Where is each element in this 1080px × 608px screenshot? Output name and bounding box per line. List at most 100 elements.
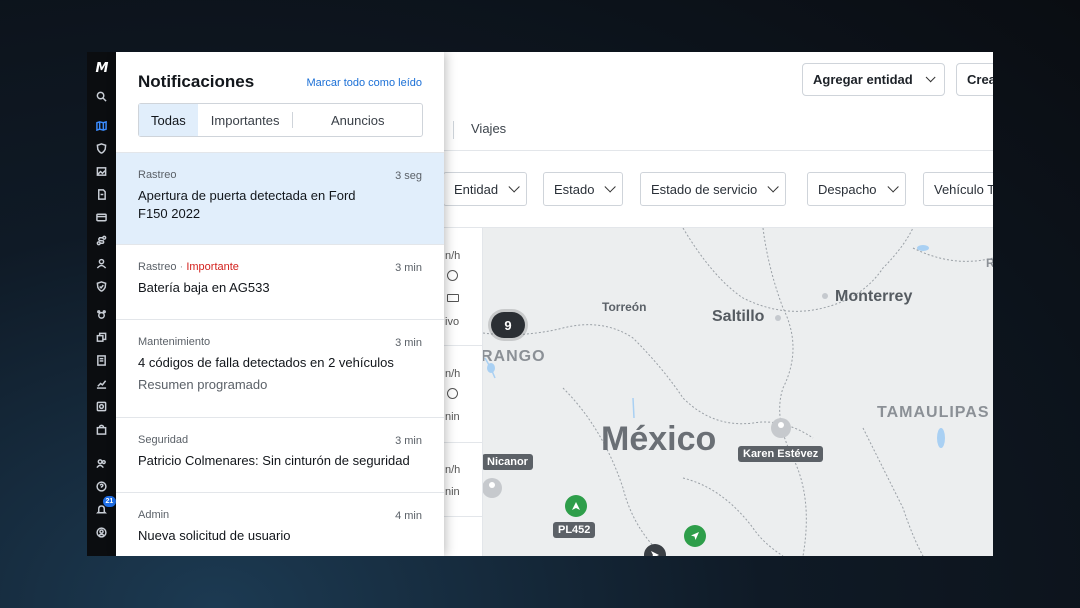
filter-entity[interactable]: Entidad	[443, 172, 528, 206]
chevron-down-icon	[925, 72, 936, 83]
tag-karen[interactable]: Karen Estévez	[738, 446, 824, 462]
filter-service-status[interactable]: Estado de servicio	[640, 172, 787, 206]
add-entity-button[interactable]: Agregar entidad	[802, 63, 945, 96]
shield-check-icon[interactable]	[95, 279, 109, 293]
notification-message: Patricio Colmenares: Sin cinturón de seg…	[138, 453, 410, 468]
chevron-down-icon	[767, 181, 780, 193]
notification-time: 3 min	[395, 435, 422, 447]
filter-label: Vehículo T	[934, 181, 993, 197]
tab-divider	[453, 121, 454, 139]
notification-time: 3 seg	[395, 170, 422, 182]
notification-category: Rastreo	[138, 261, 177, 273]
users-icon[interactable]	[95, 456, 109, 470]
filter-label: Estado de servicio	[651, 181, 758, 197]
filter-vehicle[interactable]: Vehículo T	[923, 172, 993, 206]
shield-icon[interactable]	[95, 141, 109, 155]
chevron-down-icon	[604, 181, 617, 193]
notification-message: Apertura de puerta detectada en Ford F15…	[138, 188, 356, 221]
add-entity-label: Agregar entidad	[813, 72, 913, 87]
mark-all-read-link[interactable]: Marcar todo como leído	[306, 77, 422, 89]
notification-item[interactable]: Mantenimiento 3 min 4 códigos de falla d…	[116, 319, 444, 417]
filter-dispatch[interactable]: Despacho	[807, 172, 906, 206]
notification-time: 3 min	[395, 337, 422, 349]
clock-icon	[447, 270, 458, 281]
clock-icon	[447, 388, 458, 399]
create-button[interactable]: Crea	[956, 63, 993, 96]
notification-item[interactable]: Rastreo 3 seg Apertura de puerta detecta…	[116, 152, 444, 244]
notification-category: Seguridad	[138, 434, 189, 446]
navigation-arrow-icon	[691, 532, 699, 540]
vehicle-cluster[interactable]: 9	[491, 312, 525, 338]
tab-announcements[interactable]: Anuncios	[293, 104, 422, 136]
notification-subtext: Resumen programado	[138, 377, 268, 392]
tab-all[interactable]: Todas	[139, 104, 198, 136]
chevron-down-icon	[887, 181, 899, 193]
report-icon[interactable]	[95, 353, 109, 367]
map-view[interactable]: Torreón Saltillo Monterrey RANGO TAMAULI…	[483, 228, 993, 556]
country-mexico: México	[601, 420, 717, 458]
city-monterrey: Monterrey	[835, 288, 913, 305]
user-icon[interactable]	[95, 256, 109, 270]
dot-separator-icon: ·	[179, 261, 184, 273]
notification-list: Rastreo 3 seg Apertura de puerta detecta…	[116, 152, 444, 556]
list-speed: n/h	[445, 250, 461, 262]
help-icon[interactable]	[95, 479, 109, 493]
notification-category: Admin	[138, 509, 170, 521]
vehicle-pin[interactable]	[684, 525, 706, 547]
tag-nicanor[interactable]: Nicanor	[483, 454, 533, 470]
filter-label: Estado	[554, 181, 595, 197]
card-icon[interactable]	[95, 210, 109, 224]
list-duration: nin	[445, 411, 460, 423]
notification-item[interactable]: Seguridad 3 min Patricio Colmenares: Sin…	[116, 417, 444, 492]
route-icon[interactable]	[95, 233, 109, 247]
driver-pin[interactable]	[483, 478, 502, 498]
layers-icon[interactable]	[95, 330, 109, 344]
app-window: M 21 Agregar entidad Crea Viajes Entidad…	[87, 52, 993, 556]
notification-message: Nueva solicitud de usuario	[138, 528, 291, 543]
chart-icon[interactable]	[95, 376, 109, 390]
list-speed: n/h	[445, 368, 461, 380]
create-label: Crea	[967, 72, 993, 87]
notification-category-row: Rastreo · Importante	[138, 261, 422, 273]
important-label: Importante	[186, 261, 239, 273]
bell-icon[interactable]: 21	[95, 496, 117, 516]
document-icon[interactable]	[95, 187, 109, 201]
notification-time: 3 min	[395, 262, 422, 274]
notification-item[interactable]: Admin 4 min Nueva solicitud de usuario	[116, 492, 444, 556]
chevron-down-icon	[508, 181, 520, 193]
tab-trips[interactable]: Viajes	[471, 121, 506, 136]
battery-icon	[447, 294, 459, 302]
notification-category: Mantenimiento	[138, 336, 211, 348]
city-saltillo: Saltillo	[712, 308, 765, 325]
driver-pin[interactable]	[771, 418, 791, 438]
map-icon[interactable]	[95, 118, 109, 132]
notification-category: Rastreo	[138, 169, 177, 181]
vehicle-pin[interactable]	[565, 495, 587, 517]
notifications-panel: Notificaciones Marcar todo como leído To…	[116, 52, 444, 556]
gallery-icon[interactable]	[95, 399, 109, 413]
account-icon[interactable]	[95, 525, 109, 539]
notification-time: 4 min	[395, 510, 422, 522]
image-icon[interactable]	[95, 164, 109, 178]
notification-item[interactable]: Rastreo · Importante 3 min Batería baja …	[116, 244, 444, 319]
pet-icon[interactable]	[95, 307, 109, 321]
bag-icon[interactable]	[95, 422, 109, 436]
notification-message: 4 códigos de falla detectados en 2 vehíc…	[138, 355, 394, 370]
tag-pl452[interactable]: PL452	[553, 522, 596, 538]
notification-filter-tabs: Todas Importantes Anuncios	[138, 103, 423, 137]
vehicle-arrow-icon	[572, 502, 580, 510]
filter-status[interactable]: Estado	[543, 172, 624, 206]
region-right-edge: R	[986, 256, 993, 270]
region-durango: RANGO	[483, 348, 546, 365]
map-borders	[483, 228, 993, 556]
brand-logo[interactable]: M	[96, 61, 109, 76]
tab-important[interactable]: Importantes	[198, 104, 293, 136]
filter-label: Entidad	[454, 181, 499, 197]
list-status: ivo	[445, 316, 460, 328]
list-speed: n/h	[445, 464, 461, 476]
panel-title: Notificaciones	[138, 72, 255, 91]
search-icon[interactable]	[95, 89, 109, 103]
nav-rail: M 21	[87, 52, 117, 556]
notification-count-badge: 21	[102, 496, 117, 507]
filter-label: Despacho	[818, 181, 877, 197]
